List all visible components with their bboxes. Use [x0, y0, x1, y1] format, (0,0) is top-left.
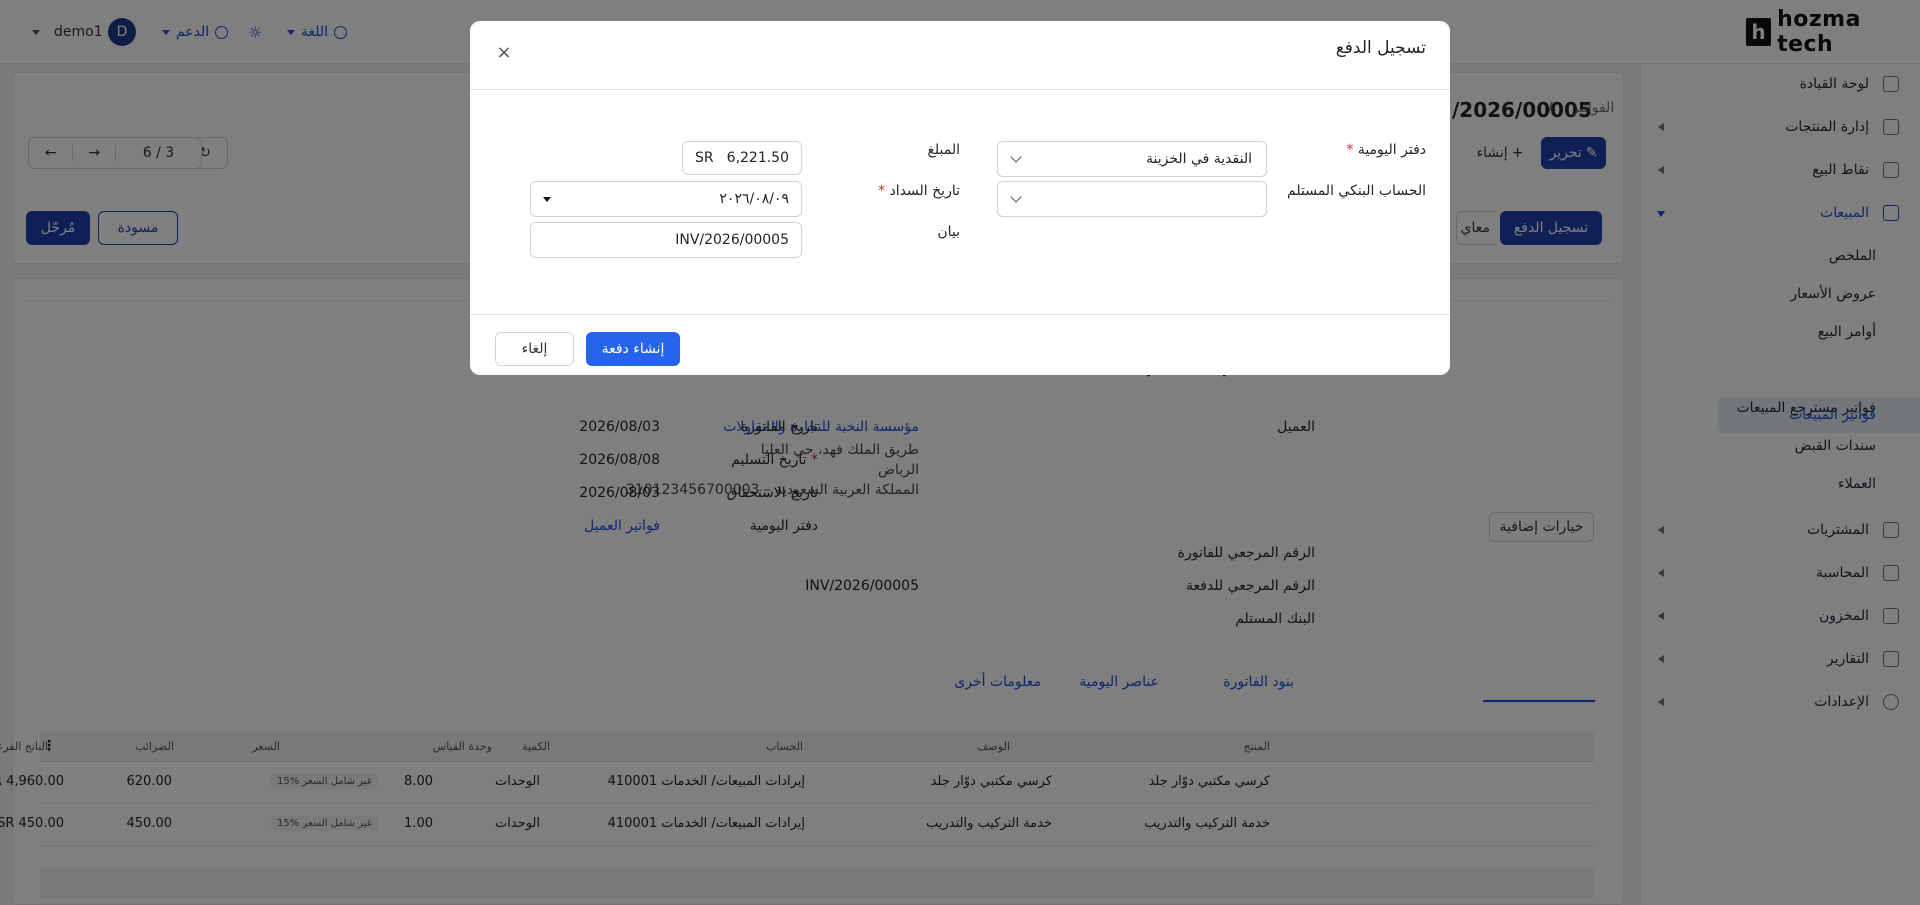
- amount-label: المبلغ: [927, 142, 960, 158]
- journal-field-label-text: دفتر اليومية: [1357, 142, 1426, 158]
- journal-select-value: النقدية في الخزينة: [1145, 151, 1252, 167]
- memo-input[interactable]: INV/2026/00005: [530, 222, 802, 258]
- cancel-button[interactable]: إلغاء: [495, 332, 574, 366]
- create-payment-button[interactable]: إنشاء دفعة: [586, 332, 680, 366]
- required-mark: *: [1346, 142, 1354, 158]
- amount-value: 6,221.50: [726, 150, 789, 166]
- chevron-down-icon: [1010, 151, 1022, 163]
- modal-footer: إنشاء دفعة إلغاء: [470, 314, 1450, 375]
- memo-value: INV/2026/00005: [675, 232, 789, 248]
- register-payment-modal: تسجيل الدفع × * دفتر اليومية النقدية في …: [470, 21, 1450, 375]
- required-mark: *: [878, 183, 886, 199]
- modal-header: تسجيل الدفع ×: [470, 21, 1450, 90]
- payment-date-label-text: تاريخ السداد: [889, 183, 960, 199]
- payment-date-label: * تاريخ السداد: [878, 183, 960, 199]
- chevron-down-icon: [1010, 191, 1022, 203]
- currency-label: SR: [695, 150, 714, 166]
- journal-field-label: * دفتر اليومية: [1346, 142, 1426, 158]
- journal-select[interactable]: النقدية في الخزينة: [997, 141, 1267, 177]
- bank-account-select[interactable]: [997, 181, 1267, 217]
- amount-field[interactable]: SR 6,221.50: [682, 141, 802, 175]
- memo-label: بيان: [937, 224, 960, 240]
- close-icon[interactable]: ×: [496, 44, 512, 62]
- modal-title: تسجيل الدفع: [1335, 38, 1426, 58]
- payment-date-value: ٢٠٢٦/٠٨/٠٩: [719, 191, 789, 207]
- payment-date-input[interactable]: ٢٠٢٦/٠٨/٠٩: [530, 181, 802, 217]
- calendar-dropdown-icon: [543, 196, 551, 202]
- bank-account-label: الحساب البنكي المستلم: [1287, 183, 1426, 199]
